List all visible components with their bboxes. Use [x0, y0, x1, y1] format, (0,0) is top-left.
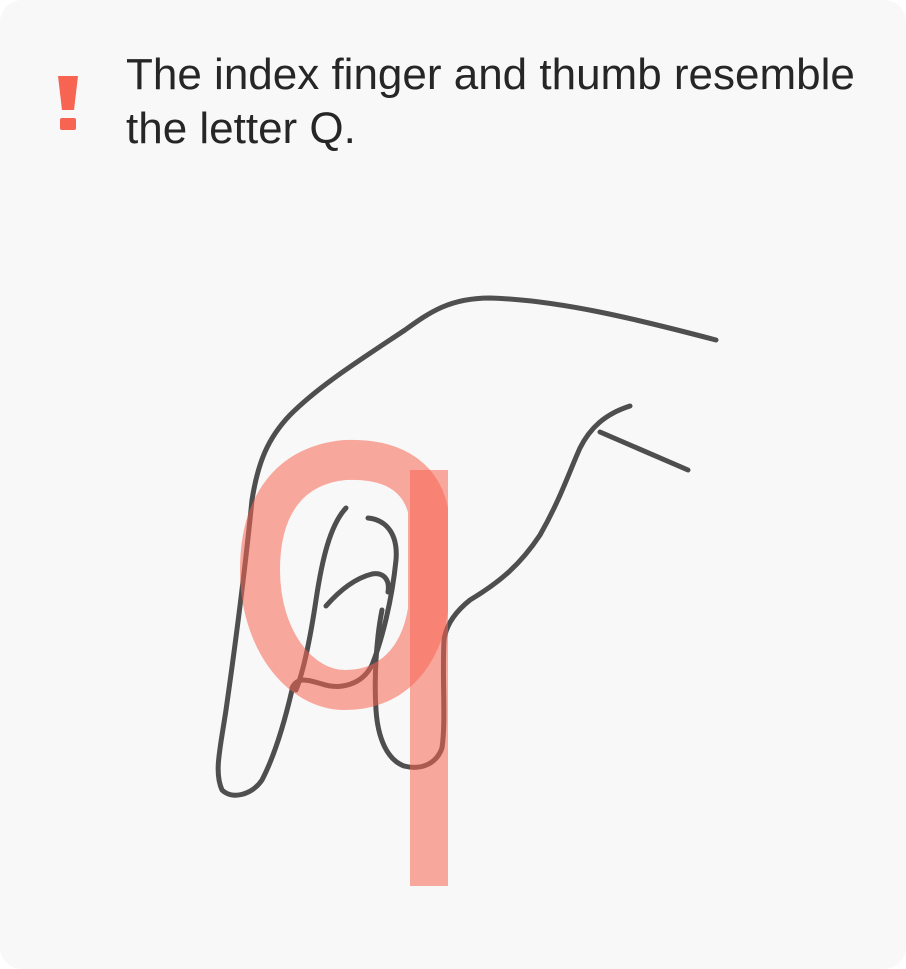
hand-sign-illustration: [215, 295, 719, 886]
letter-q-overlay: [240, 439, 448, 710]
hint-card: The index finger and thumb resemble the …: [0, 0, 906, 969]
letter-q-stem: [410, 470, 448, 886]
hand-sketch: [215, 295, 719, 798]
